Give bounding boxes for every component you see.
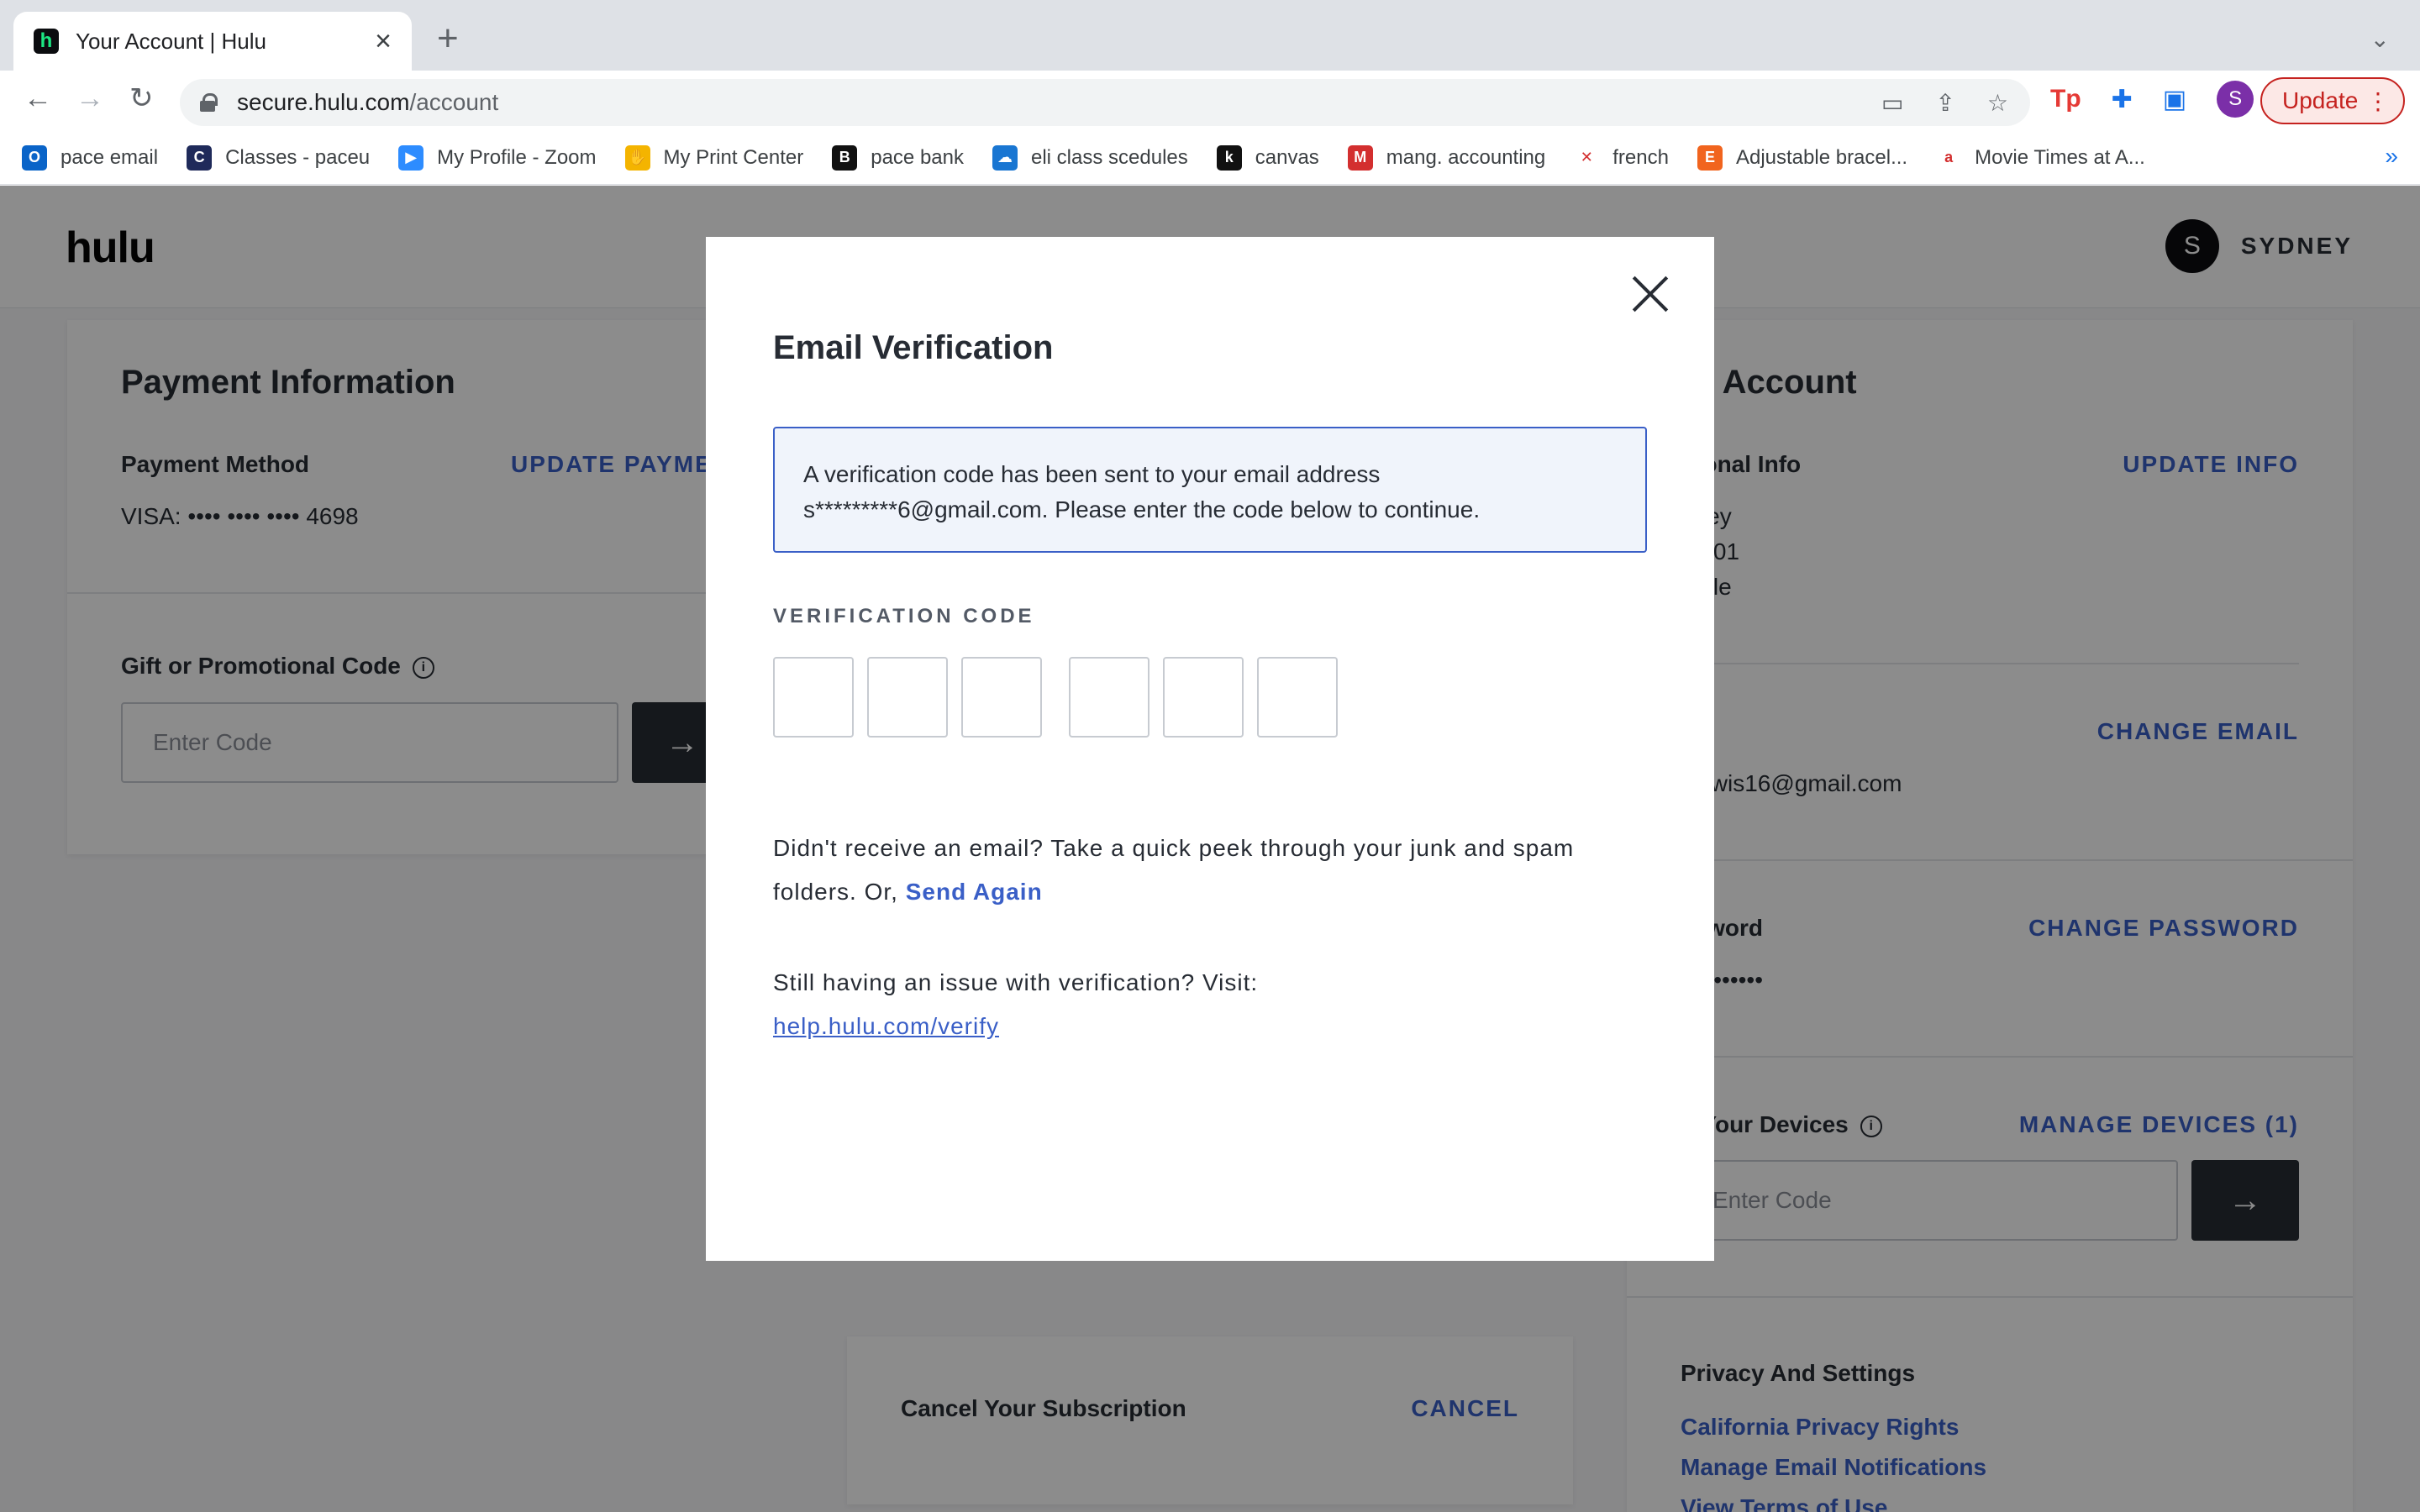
bookmark-star-icon[interactable]: ☆ <box>1987 89 2008 117</box>
bookmark-label: french <box>1612 145 1669 169</box>
send-again-link[interactable]: Send Again <box>906 879 1043 905</box>
reload-icon[interactable]: ↻ <box>129 84 154 113</box>
code-digit-5[interactable] <box>1163 657 1244 738</box>
bookmark-item[interactable]: ✋ My Print Center <box>624 144 804 171</box>
code-digit-6[interactable] <box>1257 657 1338 738</box>
address-bar[interactable]: secure.hulu.com /account ▭ ⇪ ☆ <box>180 79 2030 126</box>
classes-icon: C <box>187 144 213 171</box>
email-verification-modal: Email Verification A verification code h… <box>706 237 1714 1261</box>
bookmarks-more-icon[interactable]: » <box>2385 143 2398 170</box>
bookmark-item[interactable]: C Classes - paceu <box>187 144 371 171</box>
mcgraw-hill-icon: M <box>1347 144 1373 171</box>
update-label: Update <box>2282 87 2359 113</box>
bookmarks-bar: Opace email C Classes - paceu ▶ My Profile -… <box>0 131 2420 185</box>
extensions-puzzle-icon[interactable]: ✚ <box>2112 85 2133 114</box>
extensions-area: Tp ✚ ▣ S <box>2050 81 2254 118</box>
outlook-icon: O <box>22 144 47 171</box>
modal-title: Email Verification <box>773 329 1054 366</box>
address-bar-actions: ▭ ⇪ ☆ <box>1881 89 2008 117</box>
issue-paragraph: Still having an issue with verification?… <box>773 961 1664 1048</box>
browser-tabstrip: h Your Account | Hulu × + ⌄ <box>0 0 2420 71</box>
back-arrow-icon[interactable]: ← <box>24 84 52 113</box>
bookmark-label: Adjustable bracel... <box>1735 145 1908 169</box>
url-host: secure.hulu.com <box>237 89 410 115</box>
bookmark-label: eli class scedules <box>1031 145 1188 169</box>
amc-icon: a <box>1936 144 1962 171</box>
hulu-favicon-icon: h <box>34 29 59 54</box>
resend-text: Didn't receive an email? Take a quick pe… <box>773 835 1575 905</box>
tp-extension-icon[interactable]: Tp <box>2050 85 2081 113</box>
bookmark-label: Classes - paceu <box>225 145 371 169</box>
bookmark-item[interactable]: ☁ eli class scedules <box>992 144 1188 171</box>
code-digit-3[interactable] <box>961 657 1042 738</box>
update-button[interactable]: Update ⋮ <box>2260 77 2405 124</box>
tab-title: Your Account | Hulu <box>76 28 266 54</box>
tab-close-icon[interactable]: × <box>375 27 392 55</box>
bookmark-label: My Print Center <box>663 145 804 169</box>
close-icon[interactable] <box>1632 276 1669 312</box>
canvas-icon: k <box>1216 144 1242 171</box>
bank-icon: B <box>832 144 858 171</box>
side-panel-icon[interactable]: ▣ <box>2163 85 2186 114</box>
bookmark-label: pace bank <box>871 145 964 169</box>
share-icon[interactable]: ⇪ <box>1935 89 1954 117</box>
browser-tab-active[interactable]: h Your Account | Hulu × <box>13 12 412 71</box>
bookmark-item[interactable]: k canvas <box>1216 144 1319 171</box>
bookmark-item[interactable]: E Adjustable bracel... <box>1697 144 1908 171</box>
onedrive-icon: ☁ <box>992 144 1018 171</box>
code-digit-2[interactable] <box>867 657 948 738</box>
tab-search-chevron-icon[interactable]: ⌄ <box>2370 25 2390 53</box>
profile-avatar-icon[interactable]: S <box>2217 81 2254 118</box>
issue-text: Still having an issue with verification?… <box>773 969 1259 995</box>
forward-arrow-icon[interactable]: → <box>76 84 104 113</box>
bookmark-label: My Profile - Zoom <box>437 145 597 169</box>
url-path: /account <box>409 89 499 115</box>
bookmark-item[interactable]: ✕ french <box>1574 144 1669 171</box>
zoom-icon: ▶ <box>398 144 424 171</box>
help-verify-link[interactable]: help.hulu.com/verify <box>773 1013 999 1039</box>
bookmark-label: canvas <box>1255 145 1319 169</box>
french-icon: ✕ <box>1574 144 1600 171</box>
print-center-icon: ✋ <box>624 144 650 171</box>
more-menu-icon[interactable]: ⋮ <box>2366 87 2390 115</box>
bookmark-item[interactable]: ▶ My Profile - Zoom <box>398 144 597 171</box>
new-tab-plus-icon[interactable]: + <box>437 20 459 57</box>
verification-notice: A verification code has been sent to you… <box>773 427 1647 553</box>
etsy-icon: E <box>1697 144 1723 171</box>
bookmark-item[interactable]: a Movie Times at A... <box>1936 144 2145 171</box>
account-page: hulu S SYDNEY Payment Information Paymen… <box>0 186 2420 1512</box>
code-digit-1[interactable] <box>773 657 854 738</box>
verification-code-label: VERIFICATION CODE <box>773 605 1035 627</box>
bookmark-label: mang. accounting <box>1386 145 1546 169</box>
bookmark-label: pace email <box>60 145 159 169</box>
code-digit-4[interactable] <box>1069 657 1150 738</box>
bookmark-item[interactable]: Opace email <box>22 144 159 171</box>
card-icon[interactable]: ▭ <box>1881 89 1903 117</box>
bookmark-item[interactable]: Bpace bank <box>832 144 964 171</box>
lock-icon[interactable] <box>200 93 218 112</box>
bookmark-item[interactable]: Mmang. accounting <box>1347 144 1546 171</box>
resend-paragraph: Didn't receive an email? Take a quick pe… <box>773 827 1664 914</box>
bookmark-label: Movie Times at A... <box>1975 145 2145 169</box>
